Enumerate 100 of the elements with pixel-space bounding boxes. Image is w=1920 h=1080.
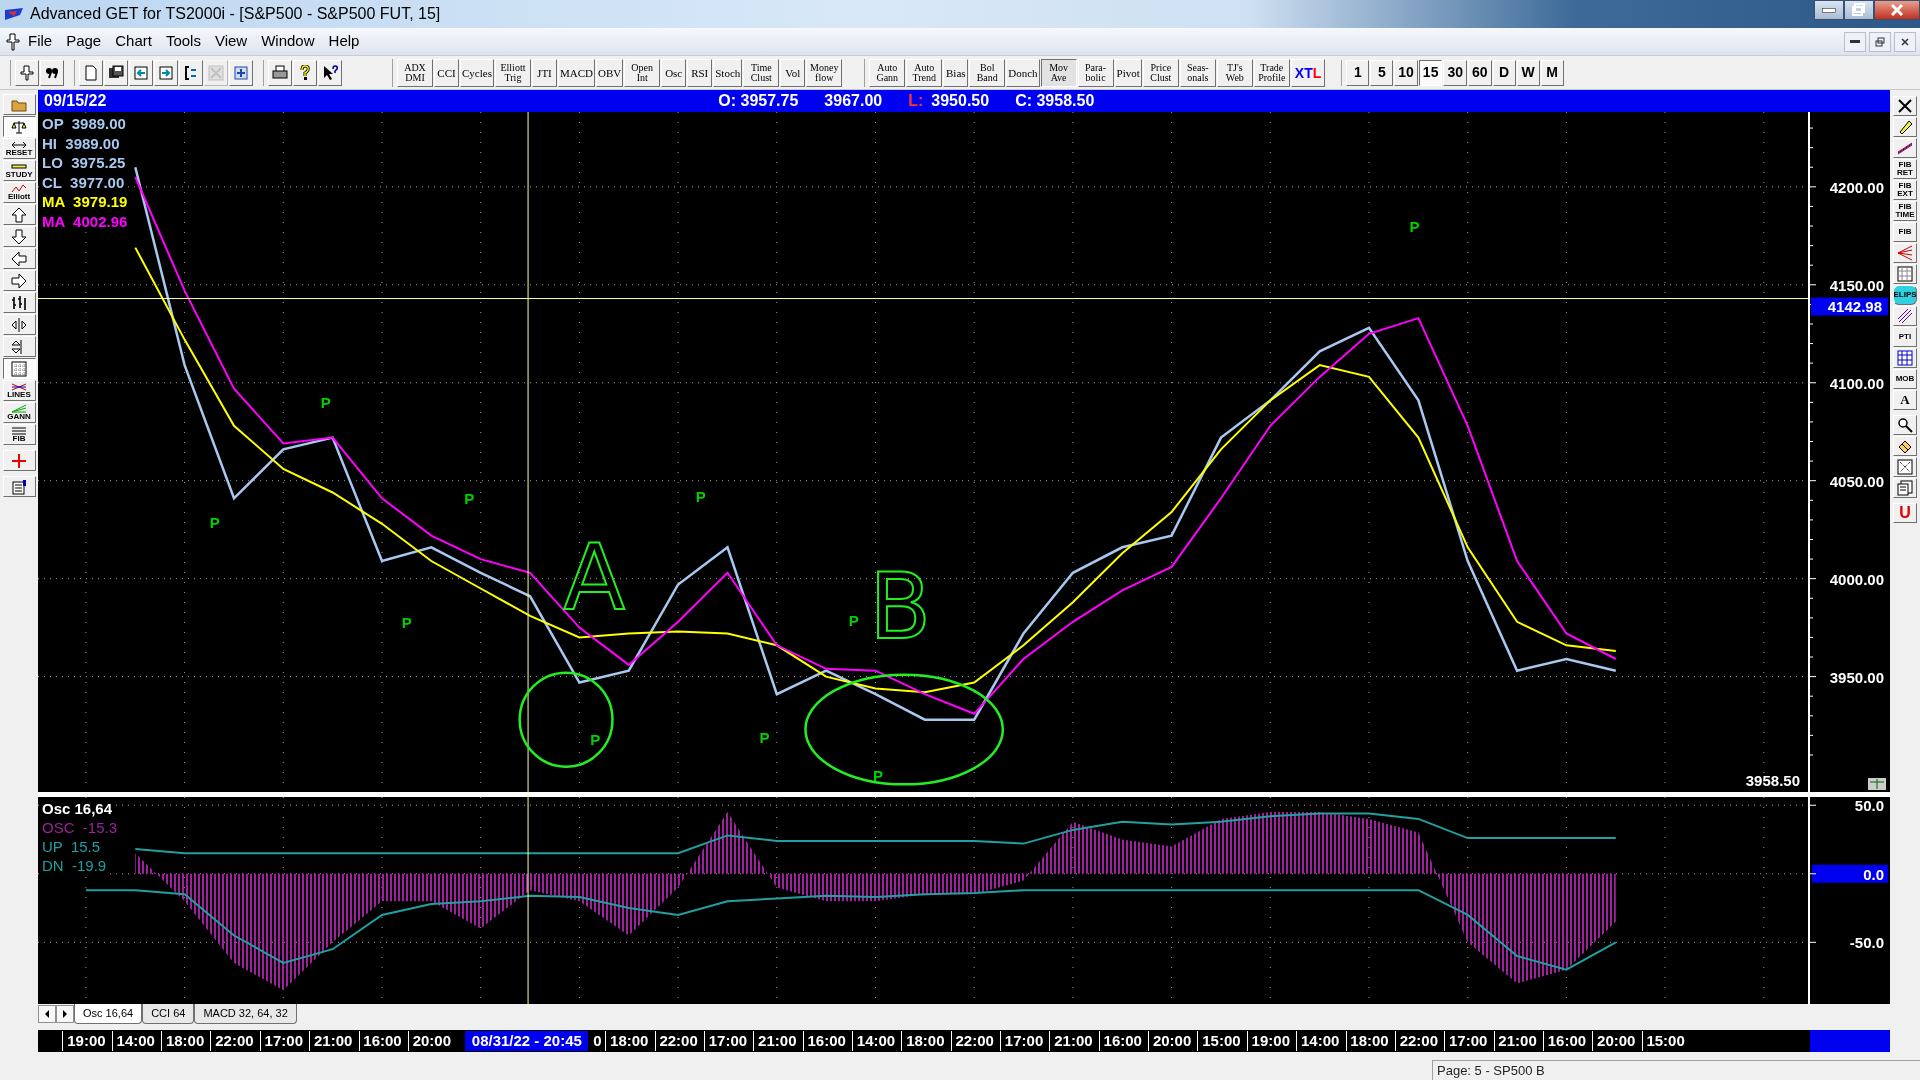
interval-button[interactable]: 30 — [1443, 59, 1467, 86]
arrows-icon — [11, 140, 27, 149]
tool-button[interactable]: STUDY — [2, 160, 36, 181]
menu-item[interactable]: View — [208, 30, 254, 53]
pane-tab[interactable]: MACD 32, 64, 32 — [194, 1004, 297, 1024]
high-price: 3967.00 — [824, 91, 883, 111]
toolbar-button[interactable]: TJ's Web — [1216, 58, 1253, 87]
toolbar-button[interactable] — [229, 59, 253, 86]
interval-button[interactable]: 1 — [1346, 59, 1370, 86]
toolbar-button[interactable]: Pivot — [1114, 58, 1142, 87]
time-label: 18:00 — [1345, 1031, 1393, 1051]
toolbar-button[interactable]: Elliott Trig — [494, 58, 531, 87]
toolbar-button[interactable] — [104, 59, 128, 86]
tool-button[interactable]: FIB — [1893, 222, 1917, 242]
close-button[interactable] — [1874, 0, 1920, 20]
toolbar-button[interactable] — [179, 59, 203, 86]
pivot-label: P — [848, 611, 859, 629]
minimize-button[interactable] — [1844, 31, 1866, 52]
tool-button[interactable]: LINES — [2, 380, 36, 401]
interval-button[interactable]: D — [1492, 59, 1516, 86]
eraser-icon — [1897, 438, 1913, 454]
tool-button[interactable]: FIB EXT — [1893, 180, 1917, 200]
toolbar-button[interactable]: Auto Gann — [869, 58, 906, 87]
app-logo-icon — [4, 7, 24, 21]
time-label: 16:00 — [1542, 1031, 1590, 1051]
interval-button[interactable]: 10 — [1394, 59, 1418, 86]
toolbar-button[interactable]: RSI — [687, 58, 713, 87]
toolbar-button[interactable]: Vol — [780, 58, 806, 87]
toolbar-button[interactable]: Cycles — [460, 58, 494, 87]
toolbar-button[interactable]: XTL — [1290, 58, 1326, 87]
toolbar-button[interactable]: Open Int — [624, 58, 661, 87]
axis-label: 50.0 — [1854, 797, 1884, 815]
time-label: 18:00 — [901, 1031, 949, 1051]
scroll-button[interactable] — [56, 1005, 74, 1023]
tool-button[interactable]: PTI — [1893, 327, 1917, 347]
interval-button[interactable]: 5 — [1370, 59, 1394, 86]
toolbar-button[interactable]: Seas-onals — [1179, 58, 1216, 87]
toolbar-button[interactable]: OBV — [595, 58, 624, 87]
interval-button[interactable]: 60 — [1468, 59, 1492, 86]
scroll-button[interactable] — [38, 1005, 56, 1023]
interval-button[interactable]: M — [1540, 59, 1564, 86]
tool-button[interactable]: GANN — [2, 402, 36, 423]
toolbar-button[interactable]: CCI — [434, 58, 459, 87]
tool-button[interactable]: RESET — [2, 138, 36, 159]
pane-tab[interactable]: CCI 64 — [142, 1004, 195, 1024]
close-button[interactable] — [1894, 31, 1916, 52]
toolbar-button[interactable] — [40, 59, 64, 86]
toolbar-button[interactable]: Time Clust — [743, 58, 780, 87]
axis-label: 4150.00 — [1829, 276, 1884, 294]
toolbar-button[interactable]: Trade Profile — [1253, 58, 1290, 87]
pivot-label: P — [695, 488, 706, 506]
toolbar-button[interactable]: Mov Ave — [1040, 58, 1077, 87]
bars-icon — [11, 294, 27, 311]
menu-item[interactable]: Chart — [109, 30, 158, 53]
tool-button[interactable]: ELIPS — [1893, 285, 1917, 305]
pivot-label: P — [401, 613, 412, 631]
toolbar-button[interactable]: Donch — [1006, 58, 1040, 87]
printer-icon — [272, 64, 288, 81]
minimize-button[interactable] — [1814, 0, 1844, 20]
menu-item[interactable]: File — [22, 30, 59, 53]
toolbar-button[interactable]: Osc — [661, 58, 687, 87]
tool-button[interactable]: FIB TIME — [1893, 201, 1917, 221]
menu-item[interactable]: Page — [60, 30, 108, 53]
toolbar-button[interactable]: Money flow — [806, 58, 843, 87]
wave-icon — [11, 184, 27, 193]
toolbar-button[interactable] — [293, 59, 317, 86]
ref-line-label: 4142.98 — [1827, 297, 1882, 315]
toolbar-button[interactable]: JTI — [531, 58, 557, 87]
tool-button[interactable]: A — [1893, 390, 1917, 410]
time-label: 20:00 — [1592, 1031, 1640, 1051]
tool-button[interactable]: Elliott — [2, 182, 36, 203]
interval-button[interactable]: 15 — [1418, 59, 1443, 86]
interval-button[interactable]: W — [1516, 59, 1540, 86]
toolbar-button[interactable]: Stoch — [713, 58, 743, 87]
toolbar-button[interactable]: Para-bolic — [1077, 58, 1114, 87]
menu-item[interactable]: Tools — [159, 30, 207, 53]
toolbar-button[interactable] — [318, 59, 342, 86]
toolbar-button[interactable]: Bias — [943, 58, 969, 87]
tool-button[interactable]: FIB — [2, 424, 36, 445]
toolbar-button[interactable]: Auto Trend — [906, 58, 943, 87]
toolbar-button[interactable] — [268, 59, 292, 86]
menu-item[interactable]: Help — [322, 30, 366, 53]
tool-button[interactable]: U — [1893, 503, 1917, 523]
open-price: O: 3957.75 — [718, 91, 799, 111]
toolbar-button[interactable]: Price Clust — [1142, 58, 1179, 87]
tool-button[interactable]: FIB RET — [1893, 159, 1917, 179]
time-label: 0 — [593, 1031, 602, 1051]
tool-button[interactable] — [2, 116, 36, 137]
toolbar-button[interactable]: ADX DMI — [397, 58, 433, 87]
pivot-label: P — [759, 729, 770, 747]
tool-button[interactable]: MOB — [1893, 369, 1917, 389]
menu-item[interactable]: Window — [255, 30, 321, 53]
grid-icon — [1897, 350, 1913, 366]
close-price: C: 3958.50 — [1015, 91, 1095, 111]
pane-tab[interactable]: Osc 16,64 — [74, 1004, 143, 1024]
maximize-button[interactable] — [1844, 0, 1874, 20]
toolbar-button[interactable]: MACD — [557, 58, 595, 87]
restore-button[interactable] — [1869, 31, 1891, 52]
toolbar-button[interactable]: Bol Band — [969, 58, 1006, 87]
restore-icon — [1874, 35, 1886, 48]
